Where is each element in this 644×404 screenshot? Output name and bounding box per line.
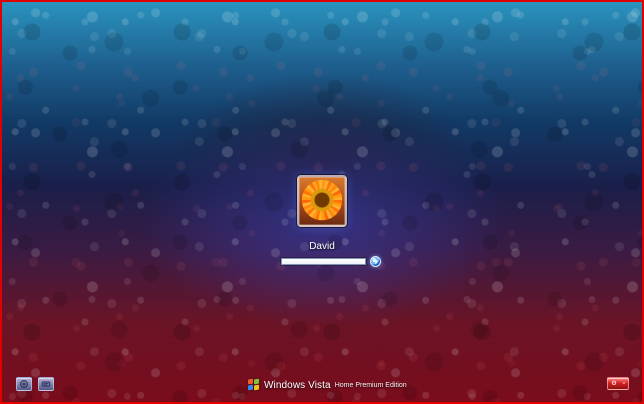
login-screen: David Windows Vista Home Premium Edition <box>0 0 644 404</box>
windows-branding: Windows Vista Home Premium Edition <box>248 378 407 391</box>
keyboard-language-button[interactable] <box>38 377 54 391</box>
bottom-left-controls <box>16 377 54 391</box>
username-label: David <box>309 241 335 252</box>
brand-name: Windows Vista <box>264 379 331 391</box>
flower-avatar-icon <box>301 179 343 221</box>
password-input[interactable] <box>281 258 366 265</box>
power-icon <box>611 380 617 386</box>
windows-logo-icon <box>248 378 260 391</box>
ease-of-access-button[interactable] <box>16 377 32 391</box>
arrow-right-icon <box>372 259 378 264</box>
power-button[interactable] <box>607 377 629 390</box>
submit-login-button[interactable] <box>370 256 381 267</box>
chevron-down-icon <box>622 382 626 384</box>
password-row <box>281 256 381 271</box>
ease-of-access-icon <box>20 380 28 388</box>
brand-edition: Home Premium Edition <box>334 382 407 389</box>
keyboard-language-icon <box>41 381 51 387</box>
user-avatar <box>297 175 347 227</box>
